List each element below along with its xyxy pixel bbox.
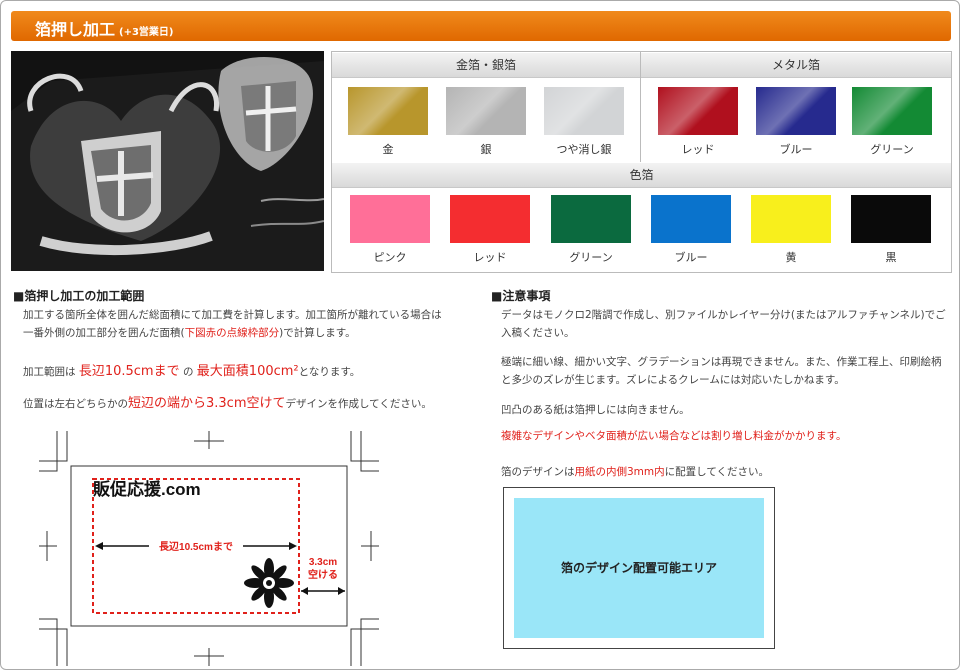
swatch-chip <box>756 87 836 135</box>
brand-logo-text: 販促応援.com <box>93 479 201 499</box>
swatch-chip <box>852 87 932 135</box>
foil-sample-photo <box>11 51 324 271</box>
foil-swatch-panel: 金箔・銀箔 メタル箔 金 銀 つや消し銀 レッド ブルー グリーン 色箔 ピンク… <box>331 51 952 273</box>
swatch-gold: 金 <box>348 87 428 157</box>
page-title: 箔押し加工 (+3営業日) <box>35 20 174 39</box>
group-divider <box>640 52 641 162</box>
swatch-yellow: 黄 <box>751 195 831 265</box>
group-label-color: 色箔 <box>332 162 951 188</box>
page-frame: 箔押し加工 (+3営業日) 金箔・銀箔 メタル箔 金 銀 つや消し銀 レッド ブル… <box>0 0 960 670</box>
swatch-chip <box>544 87 624 135</box>
swatch-chip <box>851 195 931 243</box>
swatch-chip <box>651 195 731 243</box>
swatch-chip <box>348 87 428 135</box>
swatch-pink: ピンク <box>350 195 430 265</box>
swatch-green: グリーン <box>551 195 631 265</box>
swatch-black: 黒 <box>851 195 931 265</box>
note-5: 箔のデザインは用紙の内側3mm内に配置してください。 <box>501 466 770 478</box>
note-3: 凹凸のある紙は箔押しには向きません。 <box>501 404 690 416</box>
swatch-chip <box>446 87 526 135</box>
swatch-metal-green: グリーン <box>852 87 932 157</box>
note-4: 複雑なデザインやベタ面積が広い場合などは割り増し料金がかかります。 <box>501 430 847 442</box>
group-label-metal: メタル箔 <box>641 52 951 78</box>
range-paragraph-1: 加工する箇所全体を囲んだ総面積にて加工費を計算します。加工箇所が離れている場合は… <box>23 309 442 339</box>
notes-heading: ■注意事項 <box>491 289 551 303</box>
swatch-chip <box>551 195 631 243</box>
gap-label-distance: 3.3cm <box>309 557 337 568</box>
range-heading: ■箔押し加工の加工範囲 <box>13 289 145 303</box>
swatch-matte-silver: つや消し銀 <box>544 87 624 157</box>
note-2: 極端に細い線、細かい文字、グラデーションは再現できません。また、作業工程上、印刷… <box>501 356 942 386</box>
page-subtitle: (+3営業日) <box>119 27 174 38</box>
note-1: データはモノクロ2階調で作成し、別ファイルかレイヤー分け(またはアルファチャンネ… <box>501 309 946 339</box>
swatch-chip <box>450 195 530 243</box>
swatch-silver: 銀 <box>446 87 526 157</box>
swatch-chip <box>751 195 831 243</box>
gap-label-text: 空ける <box>308 568 338 581</box>
length-limit-label: 長辺10.5cmまで <box>159 541 233 553</box>
processing-range-diagram: 販促応援.com 長辺10.5cmまで 3.3cm 空ける <box>39 431 379 666</box>
swatch-metal-blue: ブルー <box>756 87 836 157</box>
range-paragraph-3: 位置は左右どちらかの短辺の端から3.3cm空けてデザインを作成してください。 <box>23 396 432 411</box>
swatch-chip <box>658 87 738 135</box>
swatch-blue: ブルー <box>651 195 731 265</box>
range-paragraph-2: 加工範囲は 長辺10.5cmまで の 最大面積100cm²となります。 <box>23 364 361 379</box>
design-area-diagram: 箔のデザイン配置可能エリア <box>503 487 775 649</box>
swatch-red: レッド <box>450 195 530 265</box>
group-label-gold-silver: 金箔・銀箔 <box>332 52 640 78</box>
design-area-label: 箔のデザイン配置可能エリア <box>514 498 764 638</box>
swatch-metal-red: レッド <box>658 87 738 157</box>
section-header: 箔押し加工 (+3営業日) <box>11 11 951 41</box>
swatch-chip <box>350 195 430 243</box>
